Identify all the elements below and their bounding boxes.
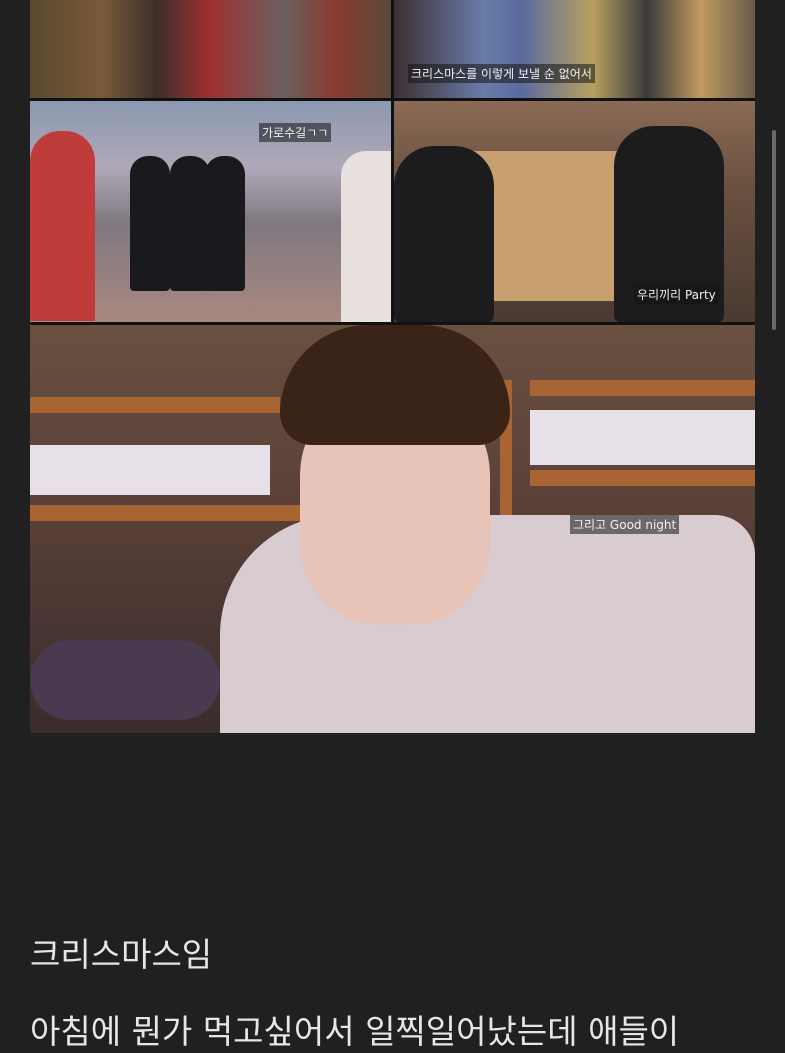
mattress [530,410,755,465]
caption-street: 가로수길ㄱㄱ [259,123,332,142]
bunk-rail [30,397,280,413]
person-walking [205,156,245,291]
bunk-rail [30,505,310,521]
post-heading: 크리스마스임 [30,935,213,974]
person-walking [130,156,170,291]
photo-collage: 크리스마스를 이렇게 보낼 순 없어서 가로수길ㄱㄱ 우리끼리 Party 그리… [30,0,755,733]
person-red-jacket [30,131,95,321]
caption-party: 우리끼리 Party [634,285,719,304]
photo-group-standing: 크리스마스를 이렇게 보낼 순 없어서 [394,0,755,98]
bunk-rail [530,470,755,486]
caption-goodnight: 그리고 Good night [570,515,680,534]
person-walking [170,156,210,291]
bunk-rail [530,380,755,396]
scrollbar[interactable] [772,130,776,330]
photo-street: 가로수길ㄱㄱ [30,101,391,322]
photo-group-walking [30,0,391,98]
person-white-coat [341,151,391,322]
post-paragraph: 아침에 뭔가 먹고싶어서 일찍일어났는데 애들이 [30,1012,680,1051]
photo-party-table: 우리끼리 Party [394,101,755,322]
person-sleeping [30,640,220,720]
caption-christmas: 크리스마스를 이렇게 보낼 순 없어서 [408,64,595,83]
mattress [30,445,270,495]
photo-selfie-goodnight: 그리고 Good night [30,325,755,733]
hair [280,325,510,445]
person-left [394,146,494,322]
